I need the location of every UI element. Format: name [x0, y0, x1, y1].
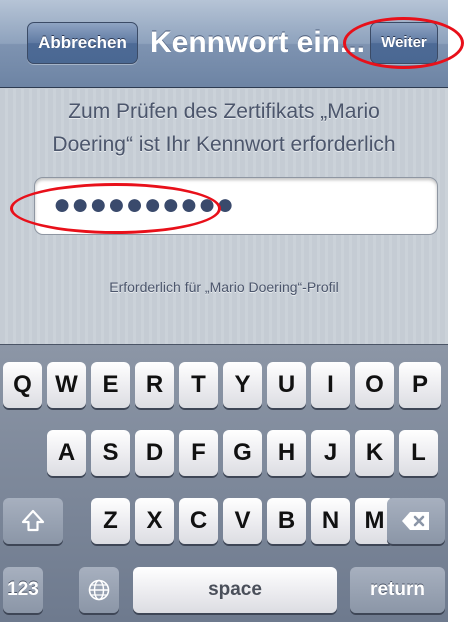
key-a[interactable]: A	[47, 430, 86, 476]
globe-key[interactable]	[79, 567, 119, 613]
key-c[interactable]: C	[179, 498, 218, 544]
key-s[interactable]: S	[91, 430, 130, 476]
backspace-icon	[402, 512, 429, 530]
backspace-key[interactable]	[387, 498, 445, 544]
space-key[interactable]: space	[133, 567, 337, 613]
key-f[interactable]: F	[179, 430, 218, 476]
key-j[interactable]: J	[311, 430, 350, 476]
page-title: Kennwort ein...	[150, 26, 366, 59]
cancel-button[interactable]: Abbrechen	[27, 22, 138, 64]
key-y[interactable]: Y	[223, 362, 262, 408]
shift-icon	[21, 509, 45, 532]
numbers-key[interactable]: 123	[3, 567, 43, 613]
key-e[interactable]: E	[91, 362, 130, 408]
key-z[interactable]: Z	[91, 498, 130, 544]
key-i[interactable]: I	[311, 362, 350, 408]
key-w[interactable]: W	[47, 362, 86, 408]
annotation-circle-next	[343, 17, 464, 69]
key-q[interactable]: Q	[3, 362, 42, 408]
phone-screen: Abbrechen Kennwort ein... Weiter Zum Prü…	[0, 0, 448, 622]
shift-key[interactable]	[3, 498, 63, 544]
globe-icon	[88, 579, 110, 601]
key-d[interactable]: D	[135, 430, 174, 476]
key-l[interactable]: L	[399, 430, 438, 476]
return-key[interactable]: return	[350, 567, 445, 613]
key-r[interactable]: R	[135, 362, 174, 408]
profile-hint: Erforderlich für „Mario Doering“-Profil	[109, 279, 339, 295]
key-g[interactable]: G	[223, 430, 262, 476]
key-b[interactable]: B	[267, 498, 306, 544]
key-o[interactable]: O	[355, 362, 394, 408]
prompt-line-2: Doering“ ist Ihr Kennwort erforderlich	[52, 133, 396, 156]
key-p[interactable]: P	[399, 362, 441, 408]
prompt-line-1: Zum Prüfen des Zertifikats „Mario	[68, 100, 380, 123]
key-k[interactable]: K	[355, 430, 394, 476]
key-v[interactable]: V	[223, 498, 262, 544]
key-n[interactable]: N	[311, 498, 350, 544]
keyboard: Q W E R T Y U I O P A S D F G H J K L Z …	[0, 344, 448, 622]
key-h[interactable]: H	[267, 430, 306, 476]
key-x[interactable]: X	[135, 498, 174, 544]
prompt-text: Zum Prüfen des Zertifikats „Mario Doerin…	[0, 95, 448, 161]
key-t[interactable]: T	[179, 362, 218, 408]
annotation-circle-password	[10, 183, 221, 234]
key-u[interactable]: U	[267, 362, 306, 408]
